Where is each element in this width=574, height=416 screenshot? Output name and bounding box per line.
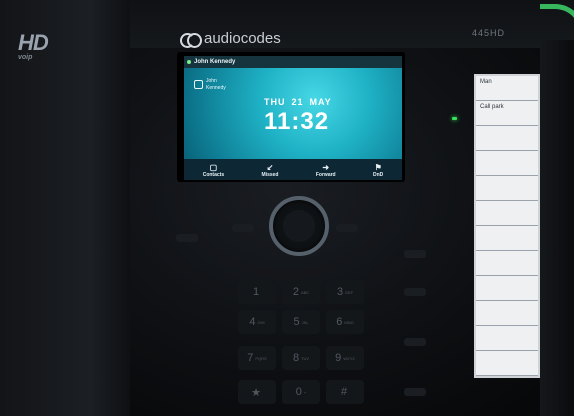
contacts-icon: ▢ xyxy=(209,163,218,172)
softkey-missed[interactable]: ↙ Missed xyxy=(262,163,279,178)
header-user-name: John Kennedy xyxy=(194,59,236,65)
display-header: John Kennedy xyxy=(184,56,402,68)
phone-display: John Kennedy John Kennedy THU 21 MAY 11:… xyxy=(184,56,402,180)
softkey-forward[interactable]: ➜ Forward xyxy=(316,163,336,178)
brand-logo: audiocodes xyxy=(180,30,281,48)
key-letters: ABC xyxy=(300,289,310,295)
date-number: 21 xyxy=(291,97,304,107)
key-5[interactable]: 5 JKL xyxy=(282,310,320,334)
key-hash[interactable]: # xyxy=(326,380,364,404)
bls-key-4[interactable] xyxy=(476,151,538,176)
hd-voice-logo: HD voip xyxy=(18,30,49,61)
key-letters: JKL xyxy=(301,319,309,325)
left-function-button[interactable] xyxy=(232,224,254,232)
bls-key-3[interactable] xyxy=(476,126,538,151)
key-letters: + xyxy=(303,389,307,395)
key-digit: 7 xyxy=(247,352,254,364)
bls-key-5[interactable] xyxy=(476,176,538,201)
bls-key-12[interactable] xyxy=(476,351,538,376)
forward-icon: ➜ xyxy=(322,163,330,172)
key-3[interactable]: 3 DEF xyxy=(326,280,364,304)
date-month: MAY xyxy=(309,97,332,107)
line-key-icon xyxy=(194,80,203,89)
bls-key-8[interactable] xyxy=(476,251,538,276)
softkey-contacts[interactable]: ▢ Contacts xyxy=(203,163,224,178)
audiocodes-logo-icon xyxy=(180,32,202,48)
bls-key-11[interactable] xyxy=(476,326,538,351)
mute-button[interactable] xyxy=(404,388,426,396)
key-9[interactable]: 9 WXYZ xyxy=(326,346,364,370)
softkey-dnd[interactable]: ⚑ DnD xyxy=(373,163,383,178)
line-key-label-last: Kennedy xyxy=(206,85,226,91)
date-display: THU 21 MAY xyxy=(264,97,332,107)
key-digit: 1 xyxy=(252,286,260,298)
key-0[interactable]: 0 + xyxy=(282,380,320,404)
bls-programmable-panel: Man Call park xyxy=(474,74,540,378)
model-number: 445HD xyxy=(472,28,506,38)
bls-key-1[interactable]: Man xyxy=(476,76,538,101)
volume-button[interactable] xyxy=(176,234,198,242)
missed-call-icon: ↙ xyxy=(266,163,274,172)
key-letters: WXYZ xyxy=(343,355,355,361)
key-7[interactable]: 7 PQRS xyxy=(238,346,276,370)
clock-time: 11:32 xyxy=(264,108,330,135)
line-key-label-first: John xyxy=(206,78,217,84)
date-day: THU xyxy=(264,97,286,107)
status-light-indicator xyxy=(540,4,574,49)
key-digit: 6 xyxy=(336,316,343,328)
menu-button[interactable] xyxy=(336,224,358,232)
bls-key-6[interactable] xyxy=(476,201,538,226)
redial-button[interactable] xyxy=(404,250,426,258)
softkey-label: Forward xyxy=(315,172,336,178)
transfer-button[interactable] xyxy=(404,288,426,296)
line-key-led xyxy=(452,117,457,120)
key-digit: 2 xyxy=(292,286,299,298)
key-8[interactable]: 8 TUV xyxy=(282,346,320,370)
ok-button[interactable] xyxy=(283,210,315,242)
key-letters: GHI xyxy=(257,319,265,325)
bls-key-9[interactable] xyxy=(476,276,538,301)
key-6[interactable]: 6 MNO xyxy=(326,310,364,334)
key-letters: DEF xyxy=(345,289,354,295)
hd-logo-text: HD xyxy=(18,30,49,55)
key-digit: 0 xyxy=(295,386,302,398)
phone-scene: HD voip audiocodes 445HD John Kennedy Jo… xyxy=(0,0,574,416)
key-digit: 4 xyxy=(249,316,256,328)
brand-name: audiocodes xyxy=(204,30,281,47)
softkey-label: Contacts xyxy=(202,172,225,178)
key-letters: TUV xyxy=(301,355,310,361)
key-star[interactable]: ★ xyxy=(238,380,276,404)
hd-logo-subtext: voip xyxy=(18,54,33,61)
key-digit: 8 xyxy=(292,352,300,364)
left-bezel xyxy=(0,0,130,416)
line-key-john-kennedy[interactable]: John Kennedy xyxy=(194,78,226,92)
key-1[interactable]: 1 xyxy=(238,280,276,304)
key-digit: ★ xyxy=(251,386,261,399)
presence-status-icon xyxy=(187,60,191,64)
softkey-bar: ▢ Contacts ↙ Missed ➜ Forward ⚑ DnD xyxy=(184,159,402,180)
key-2[interactable]: 2 ABC xyxy=(282,280,320,304)
key-digit: 5 xyxy=(293,316,300,328)
key-digit: # xyxy=(340,386,348,398)
key-digit: 3 xyxy=(336,286,344,298)
softkey-label: Missed xyxy=(261,172,279,178)
conference-button[interactable] xyxy=(404,338,426,346)
dial-keypad: 1 2 ABC 3 DEF 4 GHI 5 JKL 6 MNO 7 PQRS 8 TUV 9W… xyxy=(238,280,368,410)
key-letters: MNO xyxy=(344,319,354,325)
right-bezel xyxy=(540,40,574,416)
bls-key-7[interactable] xyxy=(476,226,538,251)
dnd-flag-icon: ⚑ xyxy=(374,163,382,172)
softkey-label: DnD xyxy=(373,172,384,178)
key-4[interactable]: 4 GHI xyxy=(238,310,276,334)
key-letters: PQRS xyxy=(255,355,267,361)
bls-key-2[interactable]: Call park xyxy=(476,101,538,126)
key-digit: 9 xyxy=(335,352,342,364)
bls-key-10[interactable] xyxy=(476,301,538,326)
